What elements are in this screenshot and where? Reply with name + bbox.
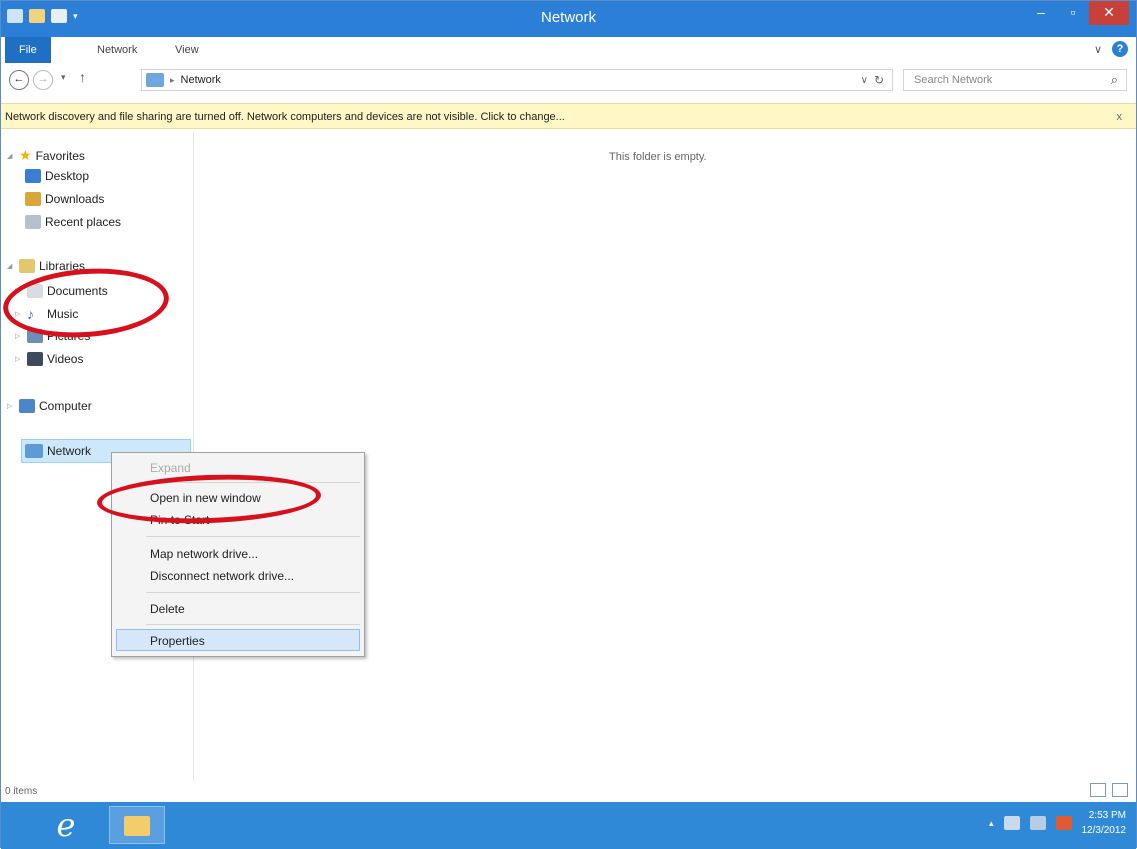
breadcrumb-separator-icon[interactable]: ▸	[170, 75, 175, 86]
nav-network[interactable]: Network	[25, 444, 91, 458]
address-bar[interactable]: ▸ Network ∨ ↻	[141, 69, 893, 91]
downloads-icon	[25, 192, 41, 206]
details-view-icon[interactable]	[1090, 783, 1106, 797]
tab-view[interactable]: View	[163, 37, 211, 63]
large-icons-view-icon[interactable]	[1112, 783, 1128, 797]
title-bar[interactable]: ▾ Network – ▫ ✕	[1, 1, 1136, 37]
recent-locations-icon[interactable]: ▾	[61, 72, 66, 83]
nav-item-downloads[interactable]: Downloads	[25, 192, 104, 206]
expand-arrow-icon[interactable]: ▷	[15, 355, 23, 363]
nav-computer[interactable]: ▷ Computer	[7, 399, 92, 413]
clock-time: 2:53 PM	[1088, 810, 1126, 821]
menu-item-map-network-drive[interactable]: Map network drive...	[112, 543, 364, 565]
search-input[interactable]: Search Network ⌕	[903, 69, 1127, 91]
empty-folder-message: This folder is empty.	[609, 151, 707, 163]
nav-item-label: Recent places	[45, 215, 122, 229]
nav-item-label: Videos	[47, 352, 84, 366]
address-dropdown-icon[interactable]: ∨	[861, 75, 868, 86]
search-placeholder: Search Network	[914, 74, 993, 86]
libraries-icon	[19, 259, 35, 273]
ribbon-tabs: File Network View ∨ ?	[1, 37, 1136, 64]
nav-item-videos[interactable]: ▷ Videos	[15, 352, 83, 366]
up-button[interactable]: ↑	[79, 69, 86, 85]
network-status-icon[interactable]	[1029, 816, 1046, 830]
infobar-close-icon[interactable]: x	[1117, 104, 1123, 130]
expand-arrow-icon[interactable]: ▷	[7, 402, 15, 410]
nav-item-label: Downloads	[45, 192, 105, 206]
infobar-message[interactable]: Network discovery and file sharing are t…	[5, 111, 565, 123]
nav-item-recent-places[interactable]: Recent places	[25, 215, 121, 229]
item-count: 0 items	[5, 786, 38, 797]
network-location-icon	[146, 73, 164, 87]
help-icon[interactable]: ?	[1112, 41, 1128, 57]
menu-item-properties[interactable]: Properties	[116, 629, 360, 651]
explorer-window: ▾ Network – ▫ ✕ File Network View ∨ ? ← …	[0, 0, 1137, 849]
close-button[interactable]: ✕	[1089, 1, 1129, 25]
breadcrumb-network[interactable]: Network	[181, 74, 221, 86]
star-icon: ★	[19, 147, 32, 163]
system-tray: ▴ 2:53 PM 12/3/2012	[989, 808, 1126, 838]
videos-icon	[27, 352, 43, 366]
folder-icon	[124, 816, 150, 836]
nav-item-label: Desktop	[45, 169, 90, 183]
computer-icon	[19, 399, 35, 413]
collapse-arrow-icon[interactable]: ◢	[7, 262, 15, 270]
taskbar: e ▴ 2:53 PM 12/3/2012	[1, 802, 1136, 849]
nav-item-desktop[interactable]: Desktop	[25, 169, 89, 183]
expand-arrow-icon[interactable]: ▷	[15, 332, 23, 340]
minimize-button[interactable]: –	[1026, 1, 1056, 25]
menu-separator	[146, 536, 360, 537]
maximize-button[interactable]: ▫	[1058, 1, 1088, 25]
forward-button[interactable]: →	[33, 70, 53, 90]
clock[interactable]: 2:53 PM 12/3/2012	[1082, 808, 1127, 838]
internet-explorer-icon[interactable]: e	[41, 806, 91, 844]
menu-item-delete[interactable]: Delete	[112, 598, 364, 620]
expand-ribbon-icon[interactable]: ∨	[1094, 43, 1102, 56]
status-bar: 0 items	[1, 781, 1136, 801]
recent-places-icon	[25, 215, 41, 229]
tab-network[interactable]: Network	[85, 37, 149, 63]
clock-date: 12/3/2012	[1081, 825, 1127, 836]
computer-label: Computer	[39, 399, 92, 413]
network-icon	[25, 444, 43, 458]
search-icon[interactable]: ⌕	[1111, 72, 1118, 88]
file-explorer-taskbar-button[interactable]	[109, 806, 165, 844]
desktop-icon	[25, 169, 41, 183]
favorites-label: Favorites	[35, 148, 85, 163]
menu-item-disconnect-network-drive[interactable]: Disconnect network drive...	[112, 565, 364, 587]
window-title: Network	[540, 9, 596, 26]
menu-separator	[146, 624, 360, 625]
network-discovery-infobar[interactable]: Network discovery and file sharing are t…	[1, 103, 1136, 129]
collapse-arrow-icon[interactable]: ◢	[7, 152, 15, 160]
show-hidden-icons-button[interactable]: ▴	[989, 818, 994, 829]
nav-favorites[interactable]: ◢ ★ Favorites	[7, 147, 85, 164]
volume-icon[interactable]	[1055, 816, 1072, 830]
tab-file[interactable]: File	[5, 37, 51, 63]
network-label: Network	[47, 444, 92, 458]
refresh-icon[interactable]: ↻	[874, 73, 884, 87]
menu-separator	[146, 592, 360, 593]
action-center-flag-icon[interactable]	[1003, 816, 1020, 830]
back-button[interactable]: ←	[9, 70, 29, 90]
